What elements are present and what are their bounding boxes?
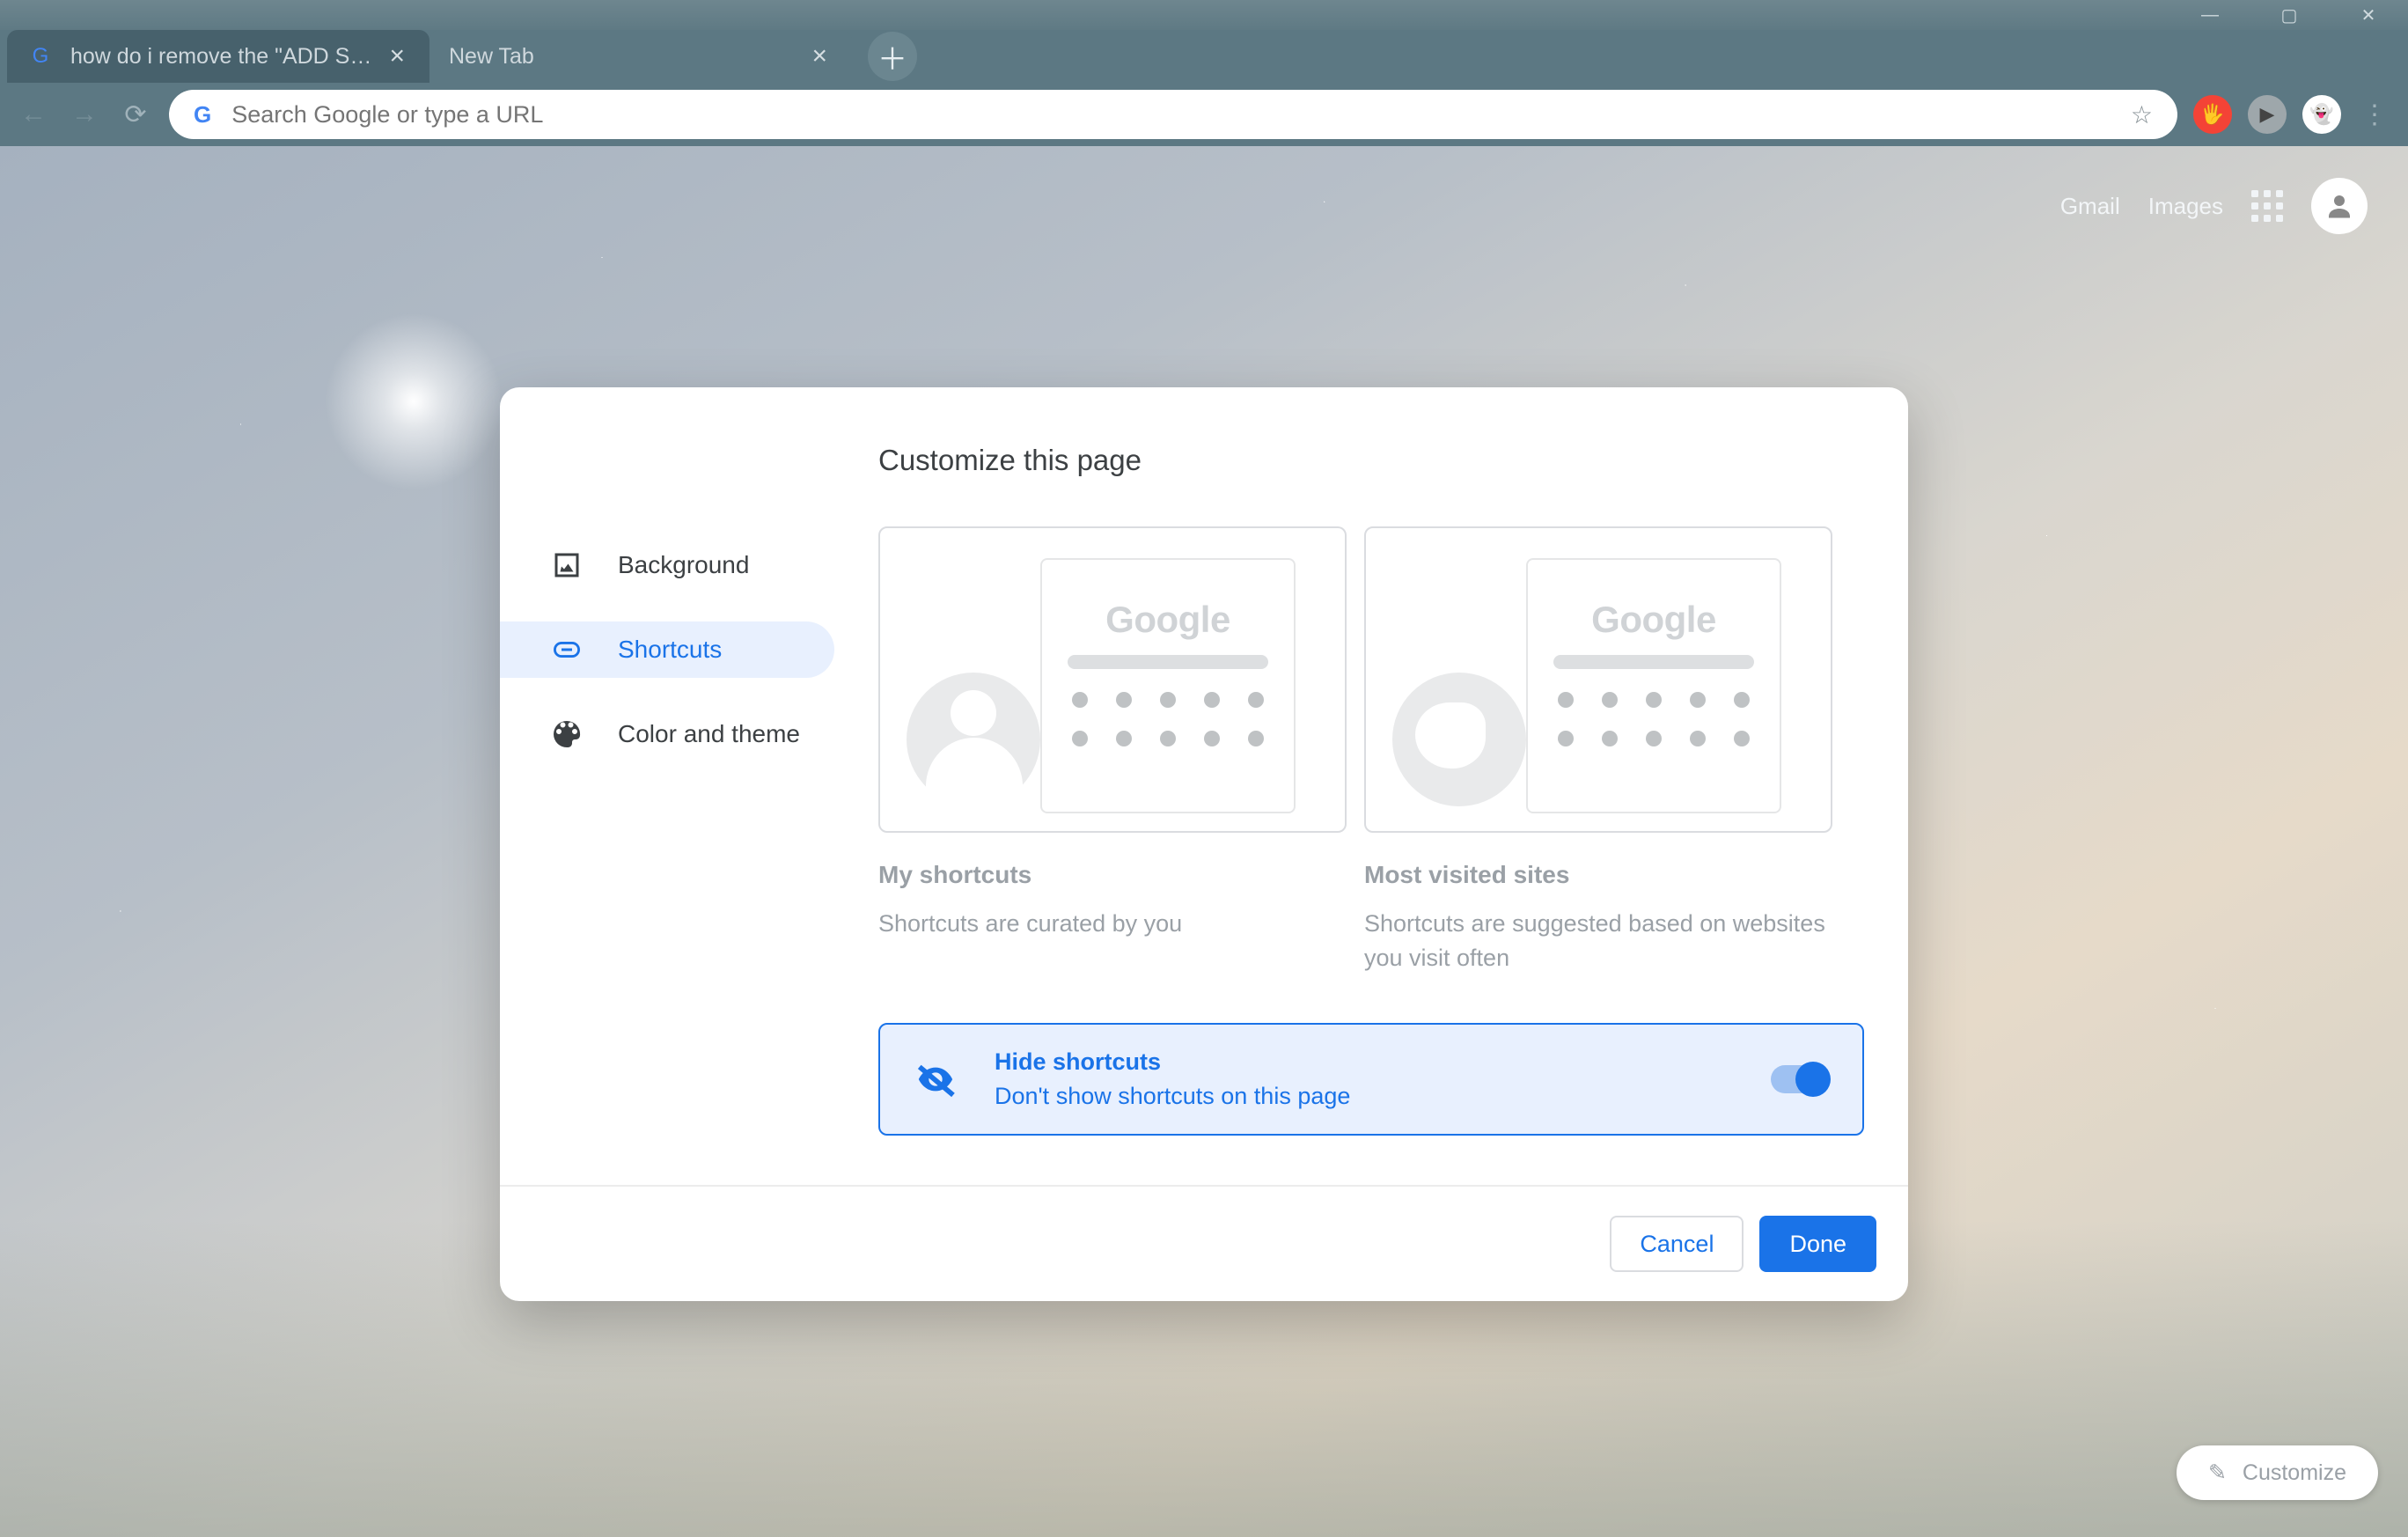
option-desc: Shortcuts are curated by you <box>878 907 1347 941</box>
option-most-visited[interactable]: Google Most visited sites Shortcuts are … <box>1364 526 1832 975</box>
omnibox[interactable]: G ☆ <box>169 90 2177 139</box>
window-title-bar: — ▢ ✕ <box>0 0 2408 30</box>
done-button[interactable]: Done <box>1759 1216 1876 1272</box>
favicon-google-icon: G <box>26 42 55 70</box>
omnibox-input[interactable] <box>230 100 2111 129</box>
apps-grid-icon[interactable] <box>2251 190 2283 222</box>
sidebar-label: Shortcuts <box>618 636 722 664</box>
extension-ghostery-icon[interactable]: 👻 <box>2302 95 2341 134</box>
option-title: My shortcuts <box>878 861 1347 889</box>
dialog-sidebar: Background Shortcuts Color and theme <box>500 387 878 1185</box>
google-logo-placeholder: Google <box>1591 599 1716 641</box>
dialog-footer: Cancel Done <box>500 1185 1908 1301</box>
preview-my-shortcuts: Google <box>878 526 1347 833</box>
bookmark-star-icon[interactable]: ☆ <box>2131 100 2153 129</box>
extension-play-icon[interactable]: ▶ <box>2248 95 2287 134</box>
sidebar-item-color-theme[interactable]: Color and theme <box>500 706 834 762</box>
hide-shortcuts-desc: Don't show shortcuts on this page <box>995 1083 1732 1110</box>
tab-title: New Tab <box>449 44 803 70</box>
extension-adblock-icon[interactable]: 🖐 <box>2193 95 2232 134</box>
ntp-header: Gmail Images <box>2060 178 2368 234</box>
hide-shortcuts-title: Hide shortcuts <box>995 1048 1732 1076</box>
pencil-icon: ✎ <box>2208 1460 2227 1486</box>
hide-shortcuts-box[interactable]: Hide shortcuts Don't show shortcuts on t… <box>878 1023 1864 1136</box>
tab-inactive-0[interactable]: G how do i remove the "ADD SHOR… × <box>7 30 429 83</box>
tab-close-icon[interactable]: × <box>811 43 827 70</box>
cancel-button[interactable]: Cancel <box>1610 1216 1744 1272</box>
option-title: Most visited sites <box>1364 861 1832 889</box>
tab-active-1[interactable]: New Tab × <box>429 30 852 83</box>
sidebar-item-shortcuts[interactable]: Shortcuts <box>500 621 834 678</box>
tab-close-icon[interactable]: × <box>389 43 405 70</box>
customize-label: Customize <box>2243 1460 2346 1486</box>
person-silhouette-icon <box>907 673 1040 806</box>
customize-dialog: Background Shortcuts Color and theme Cus… <box>500 387 1908 1301</box>
preview-most-visited: Google <box>1364 526 1832 833</box>
sidebar-label: Color and theme <box>618 720 800 748</box>
window-maximize-button[interactable]: ▢ <box>2250 0 2329 30</box>
google-logo-placeholder: Google <box>1105 599 1230 641</box>
option-desc: Shortcuts are suggested based on website… <box>1364 907 1832 975</box>
nav-reload-button[interactable]: ⟳ <box>118 97 153 132</box>
tab-title: how do i remove the "ADD SHOR… <box>70 44 380 70</box>
images-link[interactable]: Images <box>2148 193 2223 220</box>
tab-strip: G how do i remove the "ADD SHOR… × New T… <box>0 30 2408 83</box>
dialog-title: Customize this page <box>878 444 1864 477</box>
nav-forward-button[interactable]: → <box>67 97 102 132</box>
dialog-main: Customize this page Google My short <box>878 387 1908 1185</box>
browser-toolbar: ← → ⟳ G ☆ 🖐 ▶ 👻 ⋮ <box>0 83 2408 146</box>
sidebar-label: Background <box>618 551 749 579</box>
window-minimize-button[interactable]: — <box>2170 0 2250 30</box>
browser-menu-button[interactable]: ⋮ <box>2357 97 2392 132</box>
sidebar-item-background[interactable]: Background <box>500 537 834 593</box>
google-g-icon: G <box>194 101 210 129</box>
link-icon <box>551 634 583 666</box>
palette-icon <box>551 718 583 750</box>
eye-off-icon <box>915 1059 956 1099</box>
option-my-shortcuts[interactable]: Google My shortcuts Shortcuts are curate… <box>878 526 1347 975</box>
profile-avatar[interactable] <box>2311 178 2368 234</box>
globe-silhouette-icon <box>1392 673 1526 806</box>
nav-back-button[interactable]: ← <box>16 97 51 132</box>
preview-tile: Google <box>1040 558 1296 813</box>
ntp-content: Gmail Images ✎ Customize Background Shor… <box>0 146 2408 1537</box>
new-tab-button[interactable]: ＋ <box>868 32 917 81</box>
preview-tile: Google <box>1526 558 1781 813</box>
window-close-button[interactable]: ✕ <box>2329 0 2408 30</box>
hide-shortcuts-toggle[interactable] <box>1771 1065 1827 1093</box>
customize-button[interactable]: ✎ Customize <box>2177 1445 2378 1500</box>
gmail-link[interactable]: Gmail <box>2060 193 2120 220</box>
image-icon <box>551 549 583 581</box>
